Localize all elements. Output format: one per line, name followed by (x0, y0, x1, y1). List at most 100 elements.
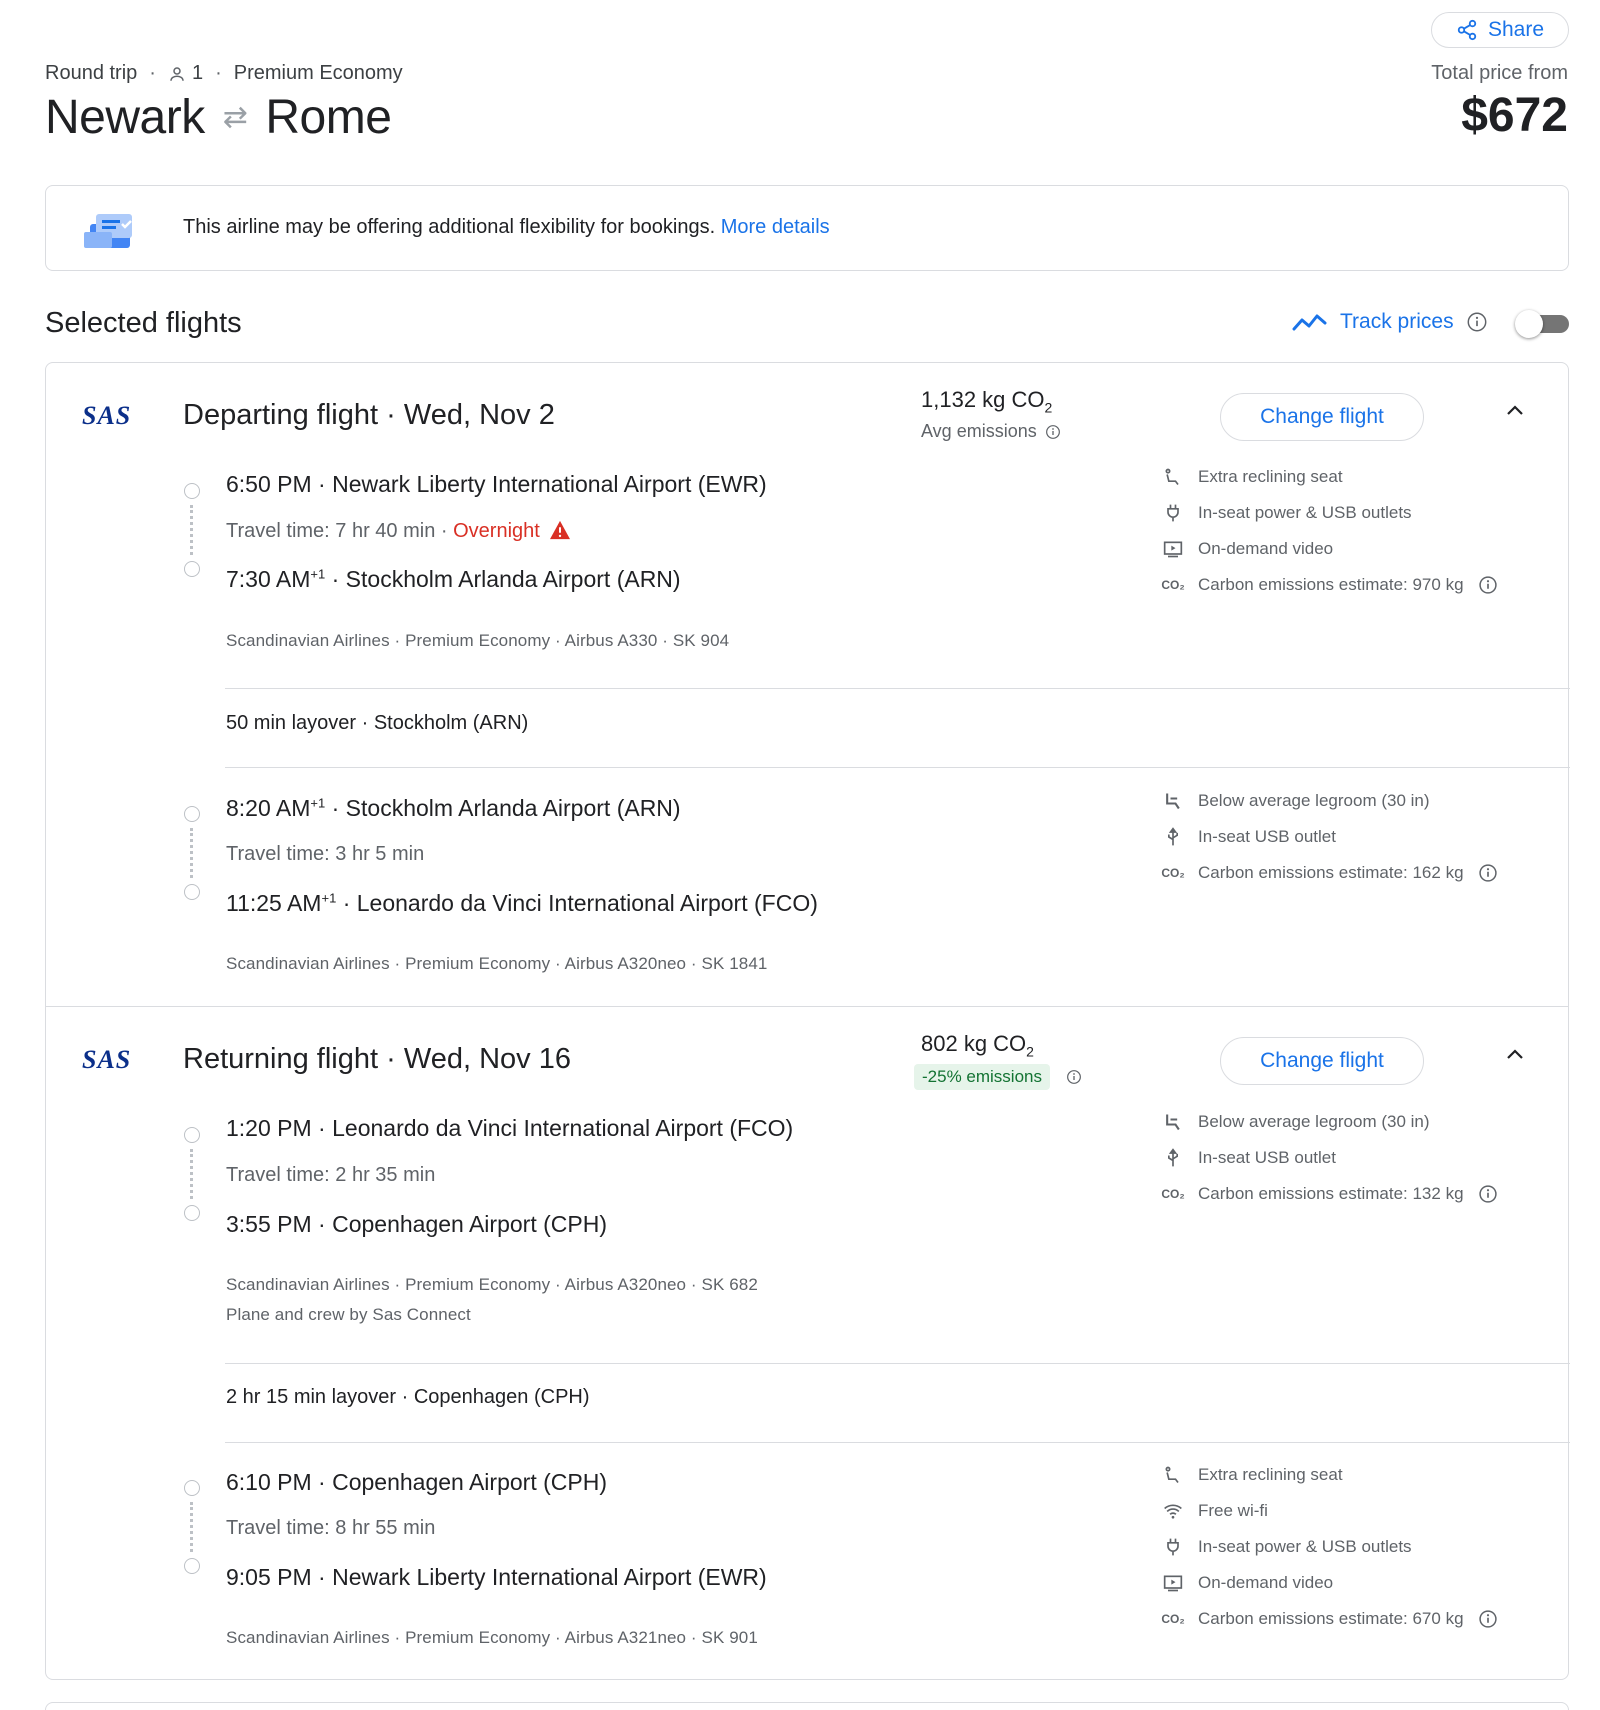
overnight-label: Overnight (453, 520, 540, 542)
segment-travel-time: Travel time: 7 hr 40 min · Overnight (226, 520, 571, 543)
segment-travel-time: Travel time: 8 hr 55 min (226, 1517, 436, 1539)
legroom-icon (1162, 790, 1184, 812)
usb-icon (1162, 1147, 1184, 1169)
amenity-item: Below average legroom (30 in) (1162, 1104, 1498, 1140)
returning-emissions: 802 kg CO2 (921, 1031, 1034, 1060)
wifi-icon (1162, 1500, 1184, 1522)
selected-flights-card: SAS Departing flight · Wed, Nov 2 1,132 … (45, 362, 1570, 1680)
amenity-item: Below average legroom (30 in) (1162, 783, 1498, 819)
segment-arrival: 11:25 AM+1 · Leonardo da Vinci Internati… (226, 890, 818, 916)
share-icon (1457, 19, 1477, 41)
chevron-up-icon[interactable] (1503, 399, 1527, 423)
departing-emissions: 1,132 kg CO2 (921, 387, 1053, 416)
segment-travel-time: Travel time: 2 hr 35 min (226, 1164, 436, 1186)
passenger-count: 1 (168, 62, 203, 85)
amenities-list: Extra reclining seat In-seat power & USB… (1161, 459, 1498, 603)
booking-tickets-icon (84, 210, 136, 255)
departure-dot (184, 1480, 200, 1496)
change-departing-flight-button[interactable]: Change flight (1220, 393, 1424, 441)
info-icon[interactable] (1478, 1184, 1498, 1204)
chevron-up-icon[interactable] (1503, 1043, 1527, 1067)
reclining-seat-icon (1162, 1464, 1184, 1486)
total-price-label: Total price from (1431, 62, 1568, 84)
amenity-item: In-seat power & USB outlets (1162, 1529, 1498, 1565)
change-returning-flight-button[interactable]: Change flight (1220, 1037, 1424, 1085)
amenity-item: CO₂ Carbon emissions estimate: 670 kg (1161, 1601, 1498, 1637)
person-icon (170, 66, 184, 81)
amenity-item: CO₂ Carbon emissions estimate: 970 kg (1161, 567, 1498, 603)
segment-arrival: 3:55 PM · Copenhagen Airport (CPH) (226, 1211, 607, 1237)
amenity-item: On-demand video (1162, 1565, 1498, 1601)
toggle-knob (1515, 310, 1543, 338)
departure-dot (184, 806, 200, 822)
trip-type: Round trip (45, 62, 138, 84)
info-icon[interactable] (1466, 311, 1488, 333)
info-icon[interactable] (1478, 863, 1498, 883)
sas-logo: SAS (82, 401, 132, 430)
amenity-item: On-demand video (1162, 531, 1498, 567)
segment-details: Scandinavian Airlines · Premium Economy … (226, 1275, 758, 1294)
segment-details: Scandinavian Airlines · Premium Economy … (226, 631, 730, 650)
segment-departure: 6:10 PM · Copenhagen Airport (CPH) (226, 1469, 607, 1495)
segment-travel-time: Travel time: 3 hr 5 min (226, 843, 425, 865)
trip-summary: Round trip · 1 · Premium Economy (45, 62, 403, 85)
track-prices[interactable]: Track prices (1292, 310, 1488, 334)
video-icon (1162, 1572, 1184, 1594)
layover-info: 2 hr 15 min layover · Copenhagen (CPH) (226, 1386, 590, 1408)
co2-icon: CO₂ (1161, 1612, 1185, 1626)
track-prices-toggle[interactable] (1515, 310, 1569, 338)
departing-emissions-note: Avg emissions (921, 421, 1061, 442)
amenity-item: Extra reclining seat (1162, 459, 1498, 495)
total-price: $672 (1461, 89, 1568, 142)
co2-icon: CO₂ (1161, 866, 1185, 880)
legroom-icon (1162, 1111, 1184, 1133)
power-plug-icon (1162, 502, 1184, 524)
arrival-dot (184, 884, 200, 900)
segment-details: Scandinavian Airlines · Premium Economy … (226, 954, 768, 973)
layover-info: 50 min layover · Stockholm (ARN) (226, 712, 529, 734)
amenity-item: In-seat USB outlet (1162, 1140, 1498, 1176)
power-plug-icon (1162, 1536, 1184, 1558)
amenity-item: CO₂ Carbon emissions estimate: 132 kg (1161, 1176, 1498, 1212)
segment-arrival: 9:05 PM · Newark Liberty International A… (226, 1564, 767, 1590)
info-icon[interactable] (1066, 1069, 1082, 1085)
more-details-link[interactable]: More details (721, 216, 830, 238)
sas-logo: SAS (82, 1045, 132, 1074)
arrival-dot (184, 1558, 200, 1574)
origin-city: Newark (45, 91, 205, 144)
segment-departure: 6:50 PM · Newark Liberty International A… (226, 471, 767, 497)
segment-departure: 8:20 AM+1 · Stockholm Arlanda Airport (A… (226, 795, 681, 821)
arrival-dot (184, 561, 200, 577)
destination-city: Rome (265, 91, 392, 144)
departure-dot (184, 1127, 200, 1143)
emissions-badge: -25% emissions (914, 1064, 1050, 1090)
amenities-list: Below average legroom (30 in) In-seat US… (1161, 783, 1498, 891)
amenities-list: Below average legroom (30 in) In-seat US… (1161, 1104, 1498, 1212)
amenity-item: Extra reclining seat (1162, 1457, 1498, 1493)
cabin-class: Premium Economy (233, 62, 403, 84)
departure-dot (184, 483, 200, 499)
amenity-item: Free wi-fi (1162, 1493, 1498, 1529)
route-title: Newark ⇄ Rome (45, 90, 392, 145)
track-prices-label: Track prices (1340, 310, 1454, 333)
arrival-dot (184, 1205, 200, 1221)
amenity-item: In-seat power & USB outlets (1162, 495, 1498, 531)
segment-details: Scandinavian Airlines · Premium Economy … (226, 1628, 758, 1647)
co2-icon: CO₂ (1161, 578, 1185, 592)
departing-flight-title: Departing flight · Wed, Nov 2 (183, 399, 555, 431)
banner-text: This airline may be offering additional … (183, 216, 716, 238)
info-icon[interactable] (1478, 575, 1498, 595)
flexibility-banner: This airline may be offering additional … (45, 185, 1569, 271)
returning-emissions-note: -25% emissions (914, 1064, 1082, 1090)
share-label: Share (1487, 18, 1545, 41)
info-icon[interactable] (1045, 424, 1061, 440)
operator-details: Plane and crew by Sas Connect (226, 1305, 471, 1324)
video-icon (1162, 538, 1184, 560)
trend-line-icon (1292, 314, 1327, 331)
next-section-card (45, 1702, 1569, 1710)
share-button[interactable]: Share (1431, 12, 1569, 48)
warning-icon (550, 520, 571, 540)
info-icon[interactable] (1478, 1609, 1498, 1629)
usb-icon (1162, 826, 1184, 848)
segment-departure: 1:20 PM · Leonardo da Vinci Internationa… (226, 1115, 794, 1141)
